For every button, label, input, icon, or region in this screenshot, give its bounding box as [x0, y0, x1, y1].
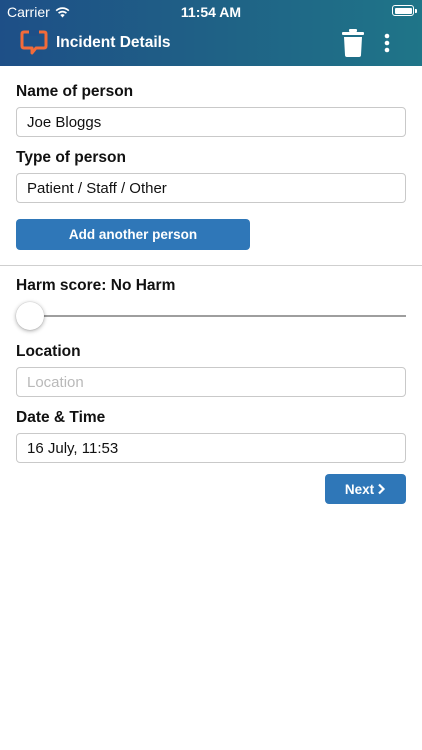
location-label: Location [16, 343, 81, 360]
section-divider [0, 265, 422, 266]
app-header: Carrier 11:54 AM Incident Details [0, 0, 422, 66]
type-value: Patient / Staff / Other [27, 179, 167, 197]
name-field[interactable]: Joe Bloggs [16, 107, 406, 137]
type-field[interactable]: Patient / Staff / Other [16, 173, 406, 203]
trash-icon[interactable] [341, 29, 365, 57]
name-label: Name of person [16, 83, 134, 100]
type-label: Type of person [16, 149, 126, 166]
location-placeholder: Location [27, 373, 84, 391]
harm-score-label: Harm score: No Harm [16, 277, 176, 294]
name-value: Joe Bloggs [27, 113, 102, 131]
more-vertical-icon[interactable] [383, 33, 391, 53]
date-time-field[interactable]: 16 July, 11:53 [16, 433, 406, 463]
harm-slider-thumb[interactable] [16, 302, 44, 330]
next-label: Next [344, 481, 375, 497]
harm-slider-track[interactable] [32, 315, 406, 317]
add-person-button[interactable]: Add another person [16, 219, 250, 250]
status-time: 11:54 AM [180, 4, 242, 20]
page-title: Incident Details [56, 34, 171, 51]
next-button[interactable]: Next [325, 474, 406, 504]
chevron-right-icon [378, 483, 386, 495]
battery-icon [392, 5, 417, 16]
status-bar: Carrier 11:54 AM [0, 0, 422, 22]
date-time-value: 16 July, 11:53 [27, 439, 119, 457]
speech-bubble-logo-icon [20, 30, 48, 55]
date-time-label: Date & Time [16, 409, 106, 426]
location-field[interactable]: Location [16, 367, 406, 397]
